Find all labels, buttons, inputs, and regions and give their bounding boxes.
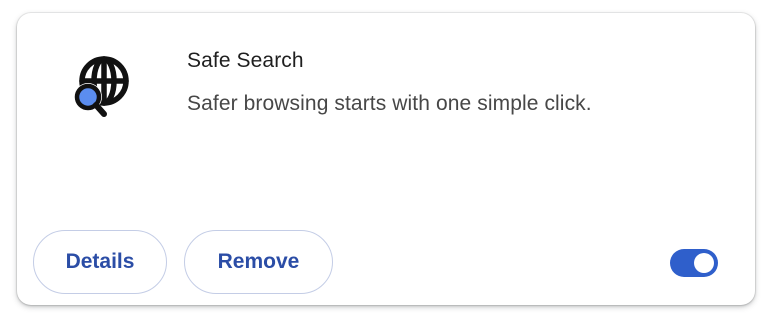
extension-card: Safe Search Safer browsing starts with o… <box>17 13 755 305</box>
toggle-knob <box>694 253 714 273</box>
extension-name: Safe Search <box>187 49 304 72</box>
enable-toggle[interactable] <box>670 249 718 277</box>
extension-description: Safer browsing starts with one simple cl… <box>187 92 592 115</box>
details-button[interactable]: Details <box>33 230 167 294</box>
remove-button[interactable]: Remove <box>184 230 333 294</box>
globe-magnifier-icon <box>64 50 136 122</box>
